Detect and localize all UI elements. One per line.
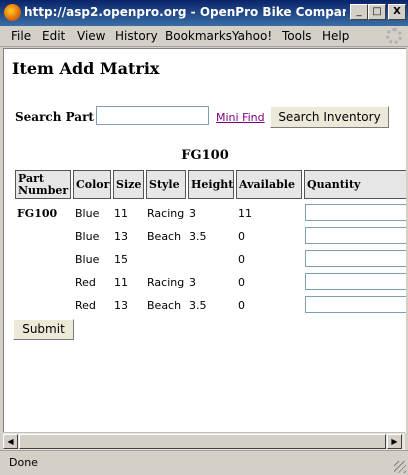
quantity-input[interactable] (305, 227, 406, 244)
status-text: Done (9, 456, 38, 469)
firefox-icon (4, 4, 21, 21)
resize-grip-icon[interactable] (394, 461, 406, 473)
header-height: Height (188, 170, 234, 199)
horizontal-scrollbar[interactable]: ◀ ▶ (3, 432, 405, 450)
scrollbar-thumb[interactable] (19, 434, 386, 449)
cell-available: 11 (238, 207, 252, 220)
submit-button[interactable]: Submit (13, 319, 74, 340)
header-quantity: Quantity (304, 170, 406, 199)
cell-height: 3.5 (189, 299, 207, 312)
page-title: Item Add Matrix (12, 59, 160, 78)
quantity-input[interactable] (305, 296, 406, 313)
search-part-label: Search Part (15, 110, 94, 124)
quantity-input[interactable] (305, 273, 406, 290)
minimize-button[interactable]: _ (350, 4, 368, 20)
header-size: Size (113, 170, 144, 199)
throbber-icon (386, 28, 402, 44)
header-color: Color (73, 170, 111, 199)
cell-available: 0 (238, 253, 245, 266)
menu-file[interactable]: File (11, 29, 31, 43)
cell-size: 13 (114, 299, 128, 312)
menu-bar: File Edit View History Bookmarks Yahoo! … (0, 26, 408, 47)
close-button[interactable]: X (388, 4, 406, 20)
quantity-input[interactable] (305, 250, 406, 267)
search-part-input[interactable] (96, 106, 209, 125)
cell-color: Red (75, 276, 96, 289)
menu-history[interactable]: History (115, 29, 158, 43)
menu-tools[interactable]: Tools (282, 29, 312, 43)
maximize-button[interactable]: □ (368, 4, 386, 20)
menu-edit[interactable]: Edit (42, 29, 65, 43)
cell-size: 11 (114, 207, 128, 220)
menu-view[interactable]: View (77, 29, 105, 43)
header-part-line2: Number (18, 183, 69, 197)
search-inventory-button[interactable]: Search Inventory (270, 106, 389, 128)
cell-height: 3 (189, 207, 196, 220)
mini-find-link[interactable]: Mini Find (216, 111, 265, 124)
header-style: Style (146, 170, 186, 199)
cell-height: 3 (189, 276, 196, 289)
menu-help[interactable]: Help (322, 29, 349, 43)
quantity-input[interactable] (305, 204, 406, 221)
cell-size: 15 (114, 253, 128, 266)
cell-part-number: FG100 (17, 207, 58, 220)
title-bar: http://asp2.openpro.org - OpenPro Bike C… (0, 0, 408, 26)
menu-yahoo[interactable]: Yahoo! (232, 29, 272, 43)
cell-color: Blue (75, 230, 100, 243)
cell-color: Blue (75, 253, 100, 266)
header-available: Available (236, 170, 302, 199)
header-part-number: Part Number (15, 170, 71, 199)
matrix-title: FG100 (181, 148, 229, 163)
cell-size: 13 (114, 230, 128, 243)
scroll-right-icon[interactable]: ▶ (387, 434, 402, 449)
cell-size: 11 (114, 276, 128, 289)
menu-bookmarks[interactable]: Bookmarks (165, 29, 232, 43)
cell-style: Beach (147, 230, 182, 243)
cell-height: 3.5 (189, 230, 207, 243)
window-title: http://asp2.openpro.org - OpenPro Bike C… (24, 5, 346, 19)
status-bar: Done (0, 450, 408, 475)
cell-color: Red (75, 299, 96, 312)
cell-style: Beach (147, 299, 182, 312)
cell-style: Racing (147, 276, 185, 289)
scroll-left-icon[interactable]: ◀ (3, 434, 18, 449)
cell-color: Blue (75, 207, 100, 220)
cell-available: 0 (238, 276, 245, 289)
cell-available: 0 (238, 299, 245, 312)
page-content: Item Add Matrix Search Part Mini Find Se… (3, 48, 406, 433)
cell-available: 0 (238, 230, 245, 243)
cell-style: Racing (147, 207, 185, 220)
header-part-line1: Part (18, 171, 44, 185)
